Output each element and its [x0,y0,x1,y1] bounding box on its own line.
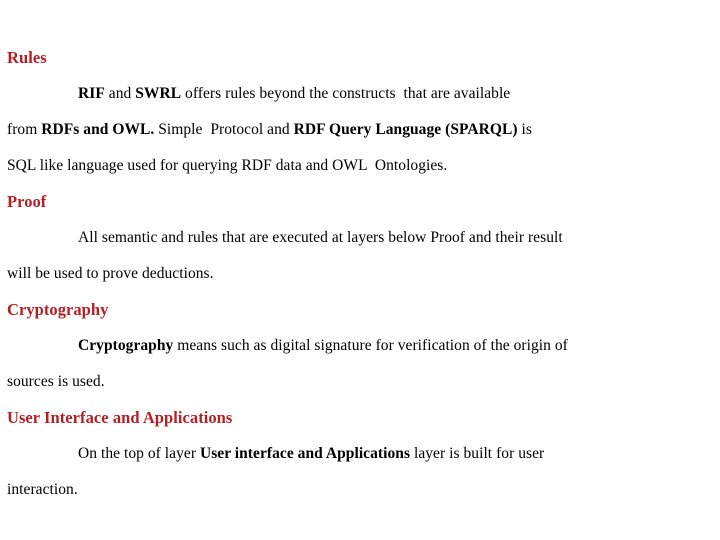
paragraph-line: All semantic and rules that are executed… [7,220,710,256]
section-heading-user-interface-and-applications: User Interface and Applications [7,408,233,427]
paragraph-line: interaction. [7,472,710,508]
section-heading-cryptography: Cryptography [7,300,109,319]
section-heading-rules: Rules [7,48,47,67]
paragraph-line: RIF and SWRL offers rules beyond the con… [7,76,710,112]
body-text: offers rules beyond the constructs that … [181,85,511,102]
paragraph-line: SQL like language used for querying RDF … [7,148,710,184]
paragraph-line: On the top of layer User interface and A… [7,436,710,472]
paragraph-line: sources is used. [7,364,710,400]
emphasis-text: User interface and Applications [199,445,411,462]
body-text: layer is built for user [410,445,545,462]
paragraph-line: Cryptography means such as digital signa… [7,328,710,364]
body-text: means such as digital signature for veri… [173,337,568,354]
emphasis-text: RIF [78,85,105,102]
body-text: sources is used. [7,373,105,390]
paragraph-line: from RDFs and OWL. Simple Protocol and R… [7,112,710,148]
body-text: from [7,121,42,138]
body-text: On the top of layer [78,445,200,462]
body-text: Simple Protocol and [154,121,294,138]
body-text: All semantic and rules that are executed… [78,229,563,246]
body-text: will be used to prove deductions. [7,265,214,282]
slide-canvas: Rules RIF and SWRL offers rules beyond th… [0,0,720,540]
document-body: Rules RIF and SWRL offers rules beyond th… [7,40,710,508]
body-text: and [104,85,136,102]
body-text: SQL like language used for querying RDF … [7,157,448,174]
emphasis-text: RDF Query Language (SPARQL) [293,121,518,138]
section-heading-proof: Proof [7,192,47,211]
body-text: interaction. [7,481,78,498]
emphasis-text: RDFs and OWL. [41,121,155,138]
paragraph-line: will be used to prove deductions. [7,256,710,292]
emphasis-text: SWRL [135,85,182,102]
emphasis-text: Cryptography [78,337,174,354]
body-text: is [517,121,532,138]
